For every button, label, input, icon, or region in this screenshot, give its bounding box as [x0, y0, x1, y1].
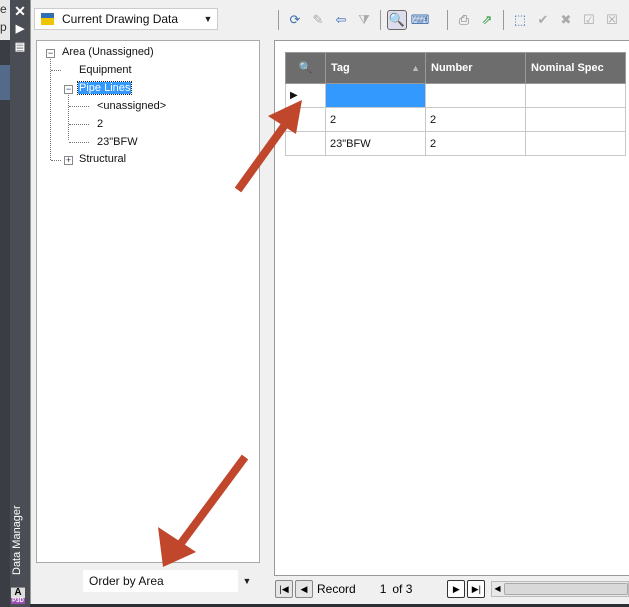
accept-icon[interactable]: ✔ [533, 10, 553, 30]
table-row[interactable]: 23"BFW 2 [285, 131, 626, 156]
palette-titlebar: ✕ ▶ ▤ Data Manager [10, 0, 30, 607]
cell[interactable]: 2 [325, 107, 426, 132]
cell[interactable] [325, 83, 426, 108]
record-total: of 3 [392, 582, 413, 596]
order-dropdown[interactable]: Order by Area ▼ [83, 570, 256, 592]
cell[interactable]: 2 [425, 107, 526, 132]
last-record-icon[interactable]: ▶| [467, 580, 486, 598]
cell[interactable] [525, 107, 626, 132]
prev-record-icon[interactable]: ◀ [295, 580, 313, 598]
tree-node-unassigned[interactable]: <unassigned> [97, 100, 166, 112]
tree-node-pipe-lines[interactable]: Pipe Lines [76, 81, 133, 95]
cell[interactable] [525, 83, 626, 108]
expand-icon[interactable]: + [64, 156, 73, 165]
toolbar: ⟳ ✎ ⇦ ⧩ 🔍 ⌨ ⎙ ⇗ ⬚ ✔ ✖ ☑ ☒ [275, 8, 629, 32]
chevron-down-icon: ▼ [238, 570, 256, 592]
current-row-icon: ▶ [285, 83, 326, 108]
reject-icon[interactable]: ✖ [556, 10, 576, 30]
cell[interactable]: 23"BFW [325, 131, 426, 156]
tree-node-structural[interactable]: Structural [79, 153, 126, 165]
chevron-down-icon: ▼ [203, 14, 213, 24]
refresh-icon[interactable]: ⟳ [285, 10, 305, 30]
print-icon[interactable]: ⎙ [454, 10, 474, 30]
zoom-icon[interactable]: 🔍 [387, 10, 407, 30]
cell[interactable]: 2 [425, 131, 526, 156]
column-header-nominal-spec[interactable]: Nominal Spec [525, 52, 626, 84]
first-record-icon[interactable]: |◀ [275, 580, 293, 598]
column-header-tag[interactable]: Tag ▲ [325, 52, 426, 84]
sort-asc-icon: ▲ [411, 62, 420, 73]
table-row[interactable]: 2 2 [285, 107, 626, 132]
collapse-icon[interactable]: − [46, 49, 55, 58]
cell[interactable] [525, 131, 626, 156]
collapse-icon[interactable]: − [64, 85, 73, 94]
reject-all-icon[interactable]: ☒ [602, 10, 622, 30]
cell[interactable] [425, 83, 526, 108]
drawing-data-icon [41, 13, 54, 25]
next-record-icon[interactable]: ▶ [447, 580, 466, 598]
tree-node-2[interactable]: 2 [97, 118, 103, 130]
record-current: 1 [379, 582, 387, 596]
horizontal-scrollbar[interactable]: ◀ [491, 581, 629, 597]
import-icon[interactable]: ⇦ [331, 10, 351, 30]
zoom-column-icon[interactable]: 🔍 [285, 52, 326, 84]
tree-node-area[interactable]: Area (Unassigned) [62, 46, 154, 58]
close-icon[interactable]: ✕ [13, 4, 27, 18]
data-grid[interactable]: 🔍 Tag ▲ Number Nominal Spec ▶ 2 2 23"BFW … [285, 52, 626, 156]
table-row[interactable]: ▶ [285, 83, 626, 108]
select-in-drawing-icon[interactable]: ⬚ [510, 10, 530, 30]
plant3d-app-icon: A P3D [11, 587, 25, 604]
record-navigator: |◀ ◀ Record 1 of 3 ▶ ▶| ◀ [275, 579, 629, 599]
row-header[interactable] [285, 107, 326, 132]
column-header-number[interactable]: Number [425, 52, 526, 84]
background-app-edge: ep [0, 0, 10, 607]
edit-icon[interactable]: ✎ [308, 10, 328, 30]
tree-node-equipment[interactable]: Equipment [79, 64, 132, 76]
palette-title: Data Manager [11, 505, 23, 575]
source-dropdown[interactable]: Current Drawing Data ▼ [34, 8, 218, 30]
area-tree[interactable]: − Area (Unassigned) Equipment − Pipe Lin… [36, 40, 260, 563]
data-grid-panel: 🔍 Tag ▲ Number Nominal Spec ▶ 2 2 23"BFW … [274, 40, 629, 576]
select-icon[interactable]: ⌨ [410, 10, 430, 30]
properties-icon[interactable]: ▤ [13, 40, 27, 54]
auto-hide-icon[interactable]: ▶ [13, 22, 27, 36]
filter-icon[interactable]: ⧩ [354, 10, 374, 30]
export-icon[interactable]: ⇗ [477, 10, 497, 30]
accept-all-icon[interactable]: ☑ [579, 10, 599, 30]
row-header[interactable] [285, 131, 326, 156]
tree-node-23bfw[interactable]: 23"BFW [97, 136, 138, 148]
